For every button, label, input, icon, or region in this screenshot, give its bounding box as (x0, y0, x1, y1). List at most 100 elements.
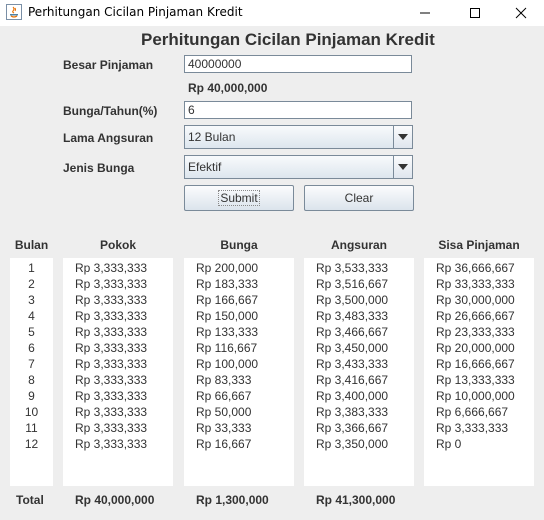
list-item-bulan[interactable]: 10 (10, 404, 53, 420)
list-item-bulan[interactable]: 3 (10, 292, 53, 308)
submit-button-label: Submit (218, 190, 260, 206)
list-item-bunga[interactable]: Rp 83,333 (184, 372, 294, 388)
list-item-bunga[interactable]: Rp 166,667 (184, 292, 294, 308)
list-item-sisa[interactable]: Rp 33,333,333 (424, 276, 534, 292)
maximize-button[interactable] (452, 0, 498, 26)
list-item-sisa[interactable]: Rp 10,000,000 (424, 388, 534, 404)
list-item-sisa[interactable]: Rp 30,000,000 (424, 292, 534, 308)
list-item-bunga[interactable]: Rp 66,667 (184, 388, 294, 404)
list-item-pokok[interactable]: Rp 3,333,333 (63, 260, 173, 276)
list-item-pokok[interactable]: Rp 3,333,333 (63, 420, 173, 436)
list-item-bulan[interactable]: 1 (10, 260, 53, 276)
list-item-bulan[interactable]: 7 (10, 356, 53, 372)
column-header-sisa-pinjaman: Sisa Pinjaman (438, 238, 520, 252)
list-item-angsuran[interactable]: Rp 3,366,667 (304, 420, 414, 436)
list-item-sisa[interactable]: Rp 13,333,333 (424, 372, 534, 388)
list-item-bulan[interactable]: 11 (10, 420, 53, 436)
bunga-list[interactable]: Rp 200,000 Rp 183,333 Rp 166,667 Rp 150,000… (184, 258, 294, 486)
list-item-bulan[interactable]: 6 (10, 340, 53, 356)
list-item-bunga[interactable]: Rp 50,000 (184, 404, 294, 420)
list-item-angsuran[interactable]: Rp 3,500,000 (304, 292, 414, 308)
column-header-angsuran: Angsuran (330, 238, 387, 252)
list-item-bulan[interactable]: 8 (10, 372, 53, 388)
list-item-bulan[interactable]: 4 (10, 308, 53, 324)
list-item-pokok[interactable]: Rp 3,333,333 (63, 404, 173, 420)
list-item-bunga[interactable]: Rp 133,333 (184, 324, 294, 340)
list-item-sisa[interactable]: Rp 26,666,667 (424, 308, 534, 324)
list-item-sisa[interactable]: Rp 20,000,000 (424, 340, 534, 356)
jenis-bunga-select[interactable]: Efektif (184, 155, 413, 179)
clear-button[interactable]: Clear (304, 185, 414, 211)
submit-button[interactable]: Submit (184, 185, 294, 211)
bunga-input[interactable]: 6 (184, 101, 412, 119)
angsuran-list[interactable]: Rp 3,533,333 Rp 3,516,667 Rp 3,500,000 Rp 3… (304, 258, 414, 486)
list-item-pokok[interactable]: Rp 3,333,333 (63, 388, 173, 404)
list-item-angsuran[interactable]: Rp 3,350,000 (304, 436, 414, 452)
list-item-pokok[interactable]: Rp 3,333,333 (63, 308, 173, 324)
list-item-pokok[interactable]: Rp 3,333,333 (63, 276, 173, 292)
title-bar: Perhitungan Cicilan Pinjaman Kredit (0, 0, 544, 26)
besar-pinjaman-label: Besar Pinjaman (63, 58, 154, 72)
close-icon (515, 7, 527, 19)
list-item-angsuran[interactable]: Rp 3,433,333 (304, 356, 414, 372)
list-item-angsuran[interactable]: Rp 3,383,333 (304, 404, 414, 420)
list-item-bulan[interactable]: 9 (10, 388, 53, 404)
list-item-bulan[interactable]: 12 (10, 436, 53, 452)
list-item-pokok[interactable]: Rp 3,333,333 (63, 292, 173, 308)
list-item-bunga[interactable]: Rp 200,000 (184, 260, 294, 276)
list-item-sisa[interactable]: Rp 3,333,333 (424, 420, 534, 436)
window-title: Perhitungan Cicilan Pinjaman Kredit (28, 5, 243, 19)
list-item-sisa[interactable]: Rp 0 (424, 436, 534, 452)
sisa-pinjaman-list[interactable]: Rp 36,666,667 Rp 33,333,333 Rp 30,000,000 R… (424, 258, 534, 486)
list-item-sisa[interactable]: Rp 36,666,667 (424, 260, 534, 276)
bulan-list[interactable]: 1 2 3 4 5 6 7 8 9 10 11 12 (10, 258, 53, 486)
list-item-pokok[interactable]: Rp 3,333,333 (63, 372, 173, 388)
list-item-bulan[interactable]: 5 (10, 324, 53, 340)
list-item-sisa[interactable]: Rp 6,666,667 (424, 404, 534, 420)
list-item-sisa[interactable]: Rp 23,333,333 (424, 324, 534, 340)
java-app-icon (6, 4, 22, 20)
list-item-angsuran[interactable]: Rp 3,516,667 (304, 276, 414, 292)
column-header-bulan: Bulan (14, 238, 49, 252)
jenis-bunga-value: Efektif (188, 160, 222, 174)
lama-angsuran-select[interactable]: 12 Bulan (184, 125, 413, 149)
lama-angsuran-label: Lama Angsuran (63, 131, 154, 145)
pokok-list[interactable]: Rp 3,333,333 Rp 3,333,333 Rp 3,333,333 Rp 3… (63, 258, 173, 486)
maximize-icon (470, 8, 480, 18)
lama-angsuran-value: 12 Bulan (188, 130, 236, 144)
page-title: Perhitungan Cicilan Pinjaman Kredit (141, 30, 435, 49)
list-item-angsuran[interactable]: Rp 3,533,333 (304, 260, 414, 276)
list-item-angsuran[interactable]: Rp 3,450,000 (304, 340, 414, 356)
list-item-bunga[interactable]: Rp 100,000 (184, 356, 294, 372)
list-item-angsuran[interactable]: Rp 3,483,333 (304, 308, 414, 324)
jenis-bunga-label: Jenis Bunga (63, 161, 135, 175)
list-item-bunga[interactable]: Rp 33,333 (184, 420, 294, 436)
total-bunga: Rp 1,300,000 (196, 493, 269, 507)
list-item-pokok[interactable]: Rp 3,333,333 (63, 324, 173, 340)
besar-pinjaman-input[interactable]: 40000000 (184, 55, 412, 73)
lama-angsuran-dropdown-button[interactable] (393, 126, 412, 148)
bunga-label: Bunga/Tahun(%) (63, 104, 158, 118)
chevron-down-icon (398, 134, 408, 140)
list-item-bunga[interactable]: Rp 183,333 (184, 276, 294, 292)
column-header-pokok: Pokok (99, 238, 136, 252)
list-item-pokok[interactable]: Rp 3,333,333 (63, 436, 173, 452)
close-button[interactable] (498, 0, 544, 26)
list-item-pokok[interactable]: Rp 3,333,333 (63, 340, 173, 356)
minimize-button[interactable] (402, 0, 448, 26)
list-item-bunga[interactable]: Rp 116,667 (184, 340, 294, 356)
list-item-angsuran[interactable]: Rp 3,416,667 (304, 372, 414, 388)
list-item-bunga[interactable]: Rp 150,000 (184, 308, 294, 324)
chevron-down-icon (398, 164, 408, 170)
list-item-angsuran[interactable]: Rp 3,466,667 (304, 324, 414, 340)
total-angsuran: Rp 41,300,000 (316, 493, 396, 507)
jenis-bunga-dropdown-button[interactable] (393, 156, 412, 178)
minimize-icon (420, 12, 430, 14)
column-header-bunga: Bunga (220, 238, 258, 252)
list-item-sisa[interactable]: Rp 16,666,667 (424, 356, 534, 372)
total-label: Total (16, 493, 44, 507)
list-item-bulan[interactable]: 2 (10, 276, 53, 292)
list-item-bunga[interactable]: Rp 16,667 (184, 436, 294, 452)
list-item-pokok[interactable]: Rp 3,333,333 (63, 356, 173, 372)
list-item-angsuran[interactable]: Rp 3,400,000 (304, 388, 414, 404)
